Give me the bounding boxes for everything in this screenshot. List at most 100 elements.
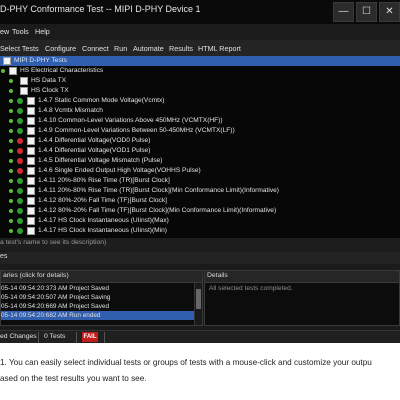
tree-row[interactable]: 1.4.4 Differential Voltage(VOD0 Pulse) [0, 136, 400, 146]
log-entry-text: 05-14 09:54:20:682 AM Run ended [1, 312, 101, 319]
tree-row-label: 1.4.4 Differential Voltage(VOD1 Pulse) [38, 147, 151, 154]
test-checkbox[interactable] [27, 127, 35, 135]
maximize-button[interactable]: ☐ [356, 2, 377, 22]
expand-toggle-icon[interactable] [9, 119, 13, 123]
expand-toggle-icon[interactable] [9, 129, 13, 133]
expand-toggle-icon[interactable] [9, 89, 13, 93]
log-scrollbar[interactable] [194, 283, 202, 325]
test-checkbox[interactable] [27, 167, 35, 175]
expand-toggle-icon[interactable] [9, 169, 13, 173]
test-checkbox[interactable] [27, 137, 35, 145]
test-checkbox[interactable] [20, 87, 28, 95]
tree-row[interactable]: HS Data TX [0, 76, 400, 86]
expand-toggle-icon[interactable] [9, 179, 13, 183]
tree-row[interactable]: 1.4.6 Single Ended Output High Voltage(V… [0, 166, 400, 176]
details-header-label: Details [207, 272, 228, 279]
tree-row[interactable]: HS Electrical Characteristics [0, 66, 400, 76]
test-checkbox[interactable] [27, 157, 35, 165]
tree-row[interactable]: 1.4.12 80%-20% Fall Time (TF)[Burst Cloc… [0, 196, 400, 206]
tab-automate[interactable]: Automate [133, 44, 164, 53]
title-bar: D-PHY Conformance Test -- MIPI D-PHY Dev… [0, 0, 400, 24]
tab-html-report[interactable]: HTML Report [198, 44, 241, 53]
tree-row[interactable]: 1.4.9 Common-Level Variations Between 50… [0, 126, 400, 136]
tree-row[interactable]: 1.4.7 Static Common Mode Voltage(Vcmtx) [0, 96, 400, 106]
menu-view[interactable]: ew [0, 27, 9, 36]
test-checkbox[interactable] [27, 197, 35, 205]
details-text: All selected tests completed. [209, 285, 293, 292]
tree-row-label: HS Clock TX [31, 87, 69, 94]
tree-row-label: 1.4.17 HS Clock Instantaneous (UIinst)(M… [38, 217, 169, 224]
tree-row[interactable]: 1.4.10 Common-Level Variations Above 450… [0, 116, 400, 126]
expand-toggle-icon[interactable] [9, 79, 13, 83]
tree-row-label: 1.4.9 Common-Level Variations Between 50… [38, 127, 235, 134]
log-entry[interactable]: 05-14 09:54:20:669 AM Project Saved [1, 302, 194, 311]
log-header-label: aries (click for details) [3, 272, 69, 279]
test-checkbox[interactable] [3, 57, 11, 65]
pass-status-icon [17, 118, 23, 124]
expand-toggle-icon[interactable] [9, 229, 13, 233]
tree-row[interactable]: 1.4.8 Vcmtx Mismatch [0, 106, 400, 116]
test-checkbox[interactable] [27, 207, 35, 215]
tree-row-label: 1.4.12 80%-20% Fall Time (TF)[Burst Cloc… [38, 197, 167, 204]
tree-row[interactable]: 1.4.4 Differential Voltage(VOD1 Pulse) [0, 146, 400, 156]
tree-row-label: 1.4.5 Differential Voltage Mismatch (Pul… [38, 157, 163, 164]
test-checkbox[interactable] [27, 147, 35, 155]
figure-caption-line-1: 1. You can easily select individual test… [0, 358, 372, 367]
log-entry-text: 05-14 09:54:20:373 AM Project Saved [1, 285, 110, 292]
menu-help[interactable]: Help [35, 27, 50, 36]
tree-row[interactable]: 1.4.11 20%-80% Rise Time (TR)[Burst Cloc… [0, 176, 400, 186]
toolbar: Select Tests Configure Connect Run Autom… [0, 40, 400, 57]
expand-toggle-icon[interactable] [1, 69, 5, 73]
status-separator [38, 332, 39, 343]
tree-row[interactable]: 1.4.17 HS Clock Instantaneous (UIinst)(M… [0, 226, 400, 236]
status-changes: ed Changes [0, 333, 37, 340]
window-title: D-PHY Conformance Test -- MIPI D-PHY Dev… [0, 4, 201, 14]
expand-toggle-icon[interactable] [9, 209, 13, 213]
test-checkbox[interactable] [27, 217, 35, 225]
expand-toggle-icon[interactable] [9, 149, 13, 153]
tab-connect[interactable]: Connect [82, 44, 109, 53]
expand-toggle-icon[interactable] [9, 219, 13, 223]
test-checkbox[interactable] [27, 187, 35, 195]
tree-row[interactable]: 1.4.12 80%-20% Fall Time (TF)[Burst Cloc… [0, 206, 400, 216]
log-entry[interactable]: 05-14 09:54:20:507 AM Project Saving [1, 293, 194, 302]
test-checkbox[interactable] [27, 107, 35, 115]
tab-configure[interactable]: Configure [45, 44, 76, 53]
tree-row[interactable]: HS Clock TX [0, 86, 400, 96]
tree-row[interactable]: 1.4.5 Differential Voltage Mismatch (Pul… [0, 156, 400, 166]
expand-toggle-icon[interactable] [9, 109, 13, 113]
expand-toggle-icon[interactable] [9, 199, 13, 203]
details-panel: Details All selected tests completed. [204, 270, 400, 326]
tab-select-tests[interactable]: Select Tests [0, 44, 39, 53]
figure-caption-line-2: ased on the test results you want to see… [0, 374, 147, 383]
log-entry[interactable]: 05-14 09:54:20:682 AM Run ended [1, 311, 194, 320]
minimize-button[interactable]: — [333, 2, 354, 22]
test-checkbox[interactable] [27, 177, 35, 185]
expand-toggle-icon[interactable] [9, 139, 13, 143]
expand-toggle-icon[interactable] [9, 189, 13, 193]
test-checkbox[interactable] [27, 227, 35, 235]
test-checkbox[interactable] [20, 77, 28, 85]
tree-row[interactable]: MIPI D-PHY Tests [0, 56, 400, 66]
tab-results[interactable]: Results [169, 44, 193, 53]
menu-tools[interactable]: Tools [12, 27, 29, 36]
tree-row-label: 1.4.11 20%-80% Rise Time (TR)[Burst Cloc… [38, 177, 170, 184]
log-entry[interactable]: 05-14 09:54:20:373 AM Project Saved [1, 284, 194, 293]
pass-status-icon [17, 188, 23, 194]
tree-row-label: HS Data TX [31, 77, 67, 84]
log-panel: aries (click for details) 05-14 09:54:20… [0, 270, 203, 326]
expand-toggle-icon[interactable] [9, 99, 13, 103]
tab-run[interactable]: Run [114, 44, 127, 53]
tree-row[interactable]: 1.4.17 HS Clock Instantaneous (UIinst)(M… [0, 216, 400, 226]
expand-toggle-icon[interactable] [9, 159, 13, 163]
tree-row[interactable]: 1.4.11 20%-80% Rise Time (TR)[Burst Cloc… [0, 186, 400, 196]
close-button[interactable]: ✕ [379, 2, 400, 22]
log-entry-text: 05-14 09:54:20:507 AM Project Saving [1, 294, 111, 301]
test-checkbox[interactable] [9, 67, 17, 75]
test-checkbox[interactable] [27, 97, 35, 105]
pass-status-icon [17, 98, 23, 104]
status-fail-badge: FAIL [82, 332, 98, 342]
status-separator [76, 332, 77, 343]
test-checkbox[interactable] [27, 117, 35, 125]
log-scrollbar-thumb[interactable] [196, 289, 201, 309]
